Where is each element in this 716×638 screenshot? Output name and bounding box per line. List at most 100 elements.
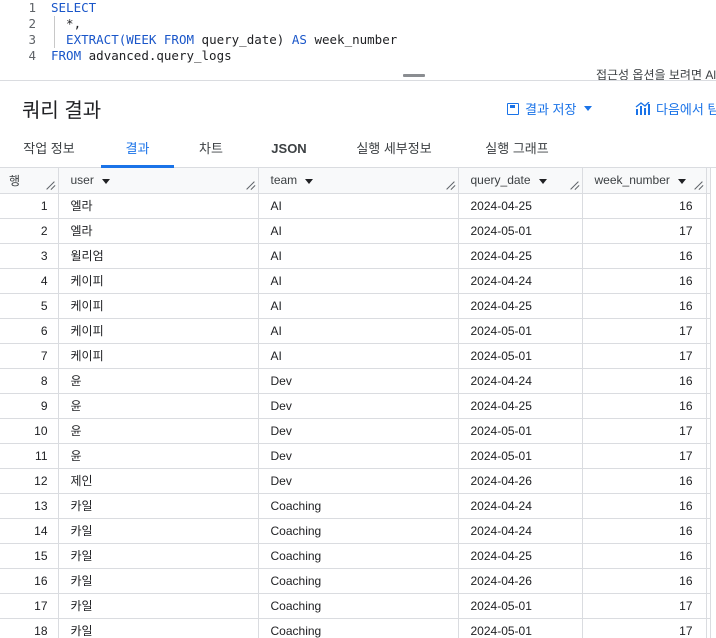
- column-header-user[interactable]: user: [58, 168, 259, 194]
- sort-caret-icon[interactable]: [101, 178, 110, 184]
- query-date-cell[interactable]: 2024-04-26: [458, 468, 583, 494]
- week-number-cell[interactable]: 16: [582, 293, 707, 319]
- team-cell[interactable]: Coaching: [258, 543, 459, 569]
- query-date-cell[interactable]: 2024-04-25: [458, 193, 583, 219]
- query-date-cell[interactable]: 2024-04-24: [458, 268, 583, 294]
- column-resize-handle[interactable]: [45, 180, 55, 190]
- row-number-cell[interactable]: 15: [0, 543, 59, 569]
- query-date-cell[interactable]: 2024-05-01: [458, 218, 583, 244]
- query-date-cell[interactable]: 2024-04-25: [458, 543, 583, 569]
- table-row[interactable]: 18 카일 Coaching 2024-05-01 17: [0, 618, 711, 638]
- table-row[interactable]: 9 윤 Dev 2024-04-25 16: [0, 393, 711, 419]
- tab-job-info[interactable]: 작업 정보: [0, 130, 98, 168]
- table-row[interactable]: 12 제인 Dev 2024-04-26 16: [0, 468, 711, 494]
- query-date-cell[interactable]: 2024-04-25: [458, 243, 583, 269]
- table-row[interactable]: 5 케이피 AI 2024-04-25 16: [0, 293, 711, 319]
- team-cell[interactable]: Dev: [258, 468, 459, 494]
- row-number-cell[interactable]: 13: [0, 493, 59, 519]
- team-cell[interactable]: Coaching: [258, 568, 459, 594]
- week-number-cell[interactable]: 17: [582, 343, 707, 369]
- user-cell[interactable]: 윌리엄: [58, 243, 259, 269]
- tab-execution-details[interactable]: 실행 세부정보: [336, 130, 452, 168]
- query-date-cell[interactable]: 2024-05-01: [458, 343, 583, 369]
- row-number-cell[interactable]: 16: [0, 568, 59, 594]
- week-number-cell[interactable]: 16: [582, 518, 707, 544]
- user-cell[interactable]: 제인: [58, 468, 259, 494]
- team-cell[interactable]: AI: [258, 193, 459, 219]
- user-cell[interactable]: 윤: [58, 443, 259, 469]
- week-number-cell[interactable]: 16: [582, 493, 707, 519]
- week-number-cell[interactable]: 16: [582, 543, 707, 569]
- user-cell[interactable]: 윤: [58, 368, 259, 394]
- explore-button[interactable]: 다음에서 탐: [635, 99, 716, 118]
- results-table-container[interactable]: 행 user team query_date week_number 1 엘라 AI…: [0, 168, 716, 638]
- week-number-cell[interactable]: 16: [582, 193, 707, 219]
- sort-caret-icon[interactable]: [538, 178, 547, 184]
- row-number-cell[interactable]: 18: [0, 618, 59, 638]
- team-cell[interactable]: Dev: [258, 368, 459, 394]
- table-row[interactable]: 4 케이피 AI 2024-04-24 16: [0, 268, 711, 294]
- team-cell[interactable]: Dev: [258, 418, 459, 444]
- week-number-cell[interactable]: 16: [582, 393, 707, 419]
- row-number-cell[interactable]: 2: [0, 218, 59, 244]
- row-number-cell[interactable]: 8: [0, 368, 59, 394]
- team-cell[interactable]: AI: [258, 268, 459, 294]
- tab-execution-graph[interactable]: 실행 그래프: [464, 130, 570, 168]
- tab-json[interactable]: JSON: [250, 130, 328, 168]
- team-cell[interactable]: Coaching: [258, 518, 459, 544]
- user-cell[interactable]: 카일: [58, 593, 259, 619]
- team-cell[interactable]: Coaching: [258, 618, 459, 638]
- row-number-cell[interactable]: 14: [0, 518, 59, 544]
- week-number-cell[interactable]: 16: [582, 368, 707, 394]
- save-results-button[interactable]: 결과 저장: [507, 99, 593, 118]
- query-date-cell[interactable]: 2024-05-01: [458, 418, 583, 444]
- week-number-cell[interactable]: 17: [582, 618, 707, 638]
- user-cell[interactable]: 카일: [58, 518, 259, 544]
- column-header-week-number[interactable]: week_number: [582, 168, 707, 194]
- table-row[interactable]: 17 카일 Coaching 2024-05-01 17: [0, 593, 711, 619]
- sort-caret-icon[interactable]: [677, 178, 686, 184]
- query-date-cell[interactable]: 2024-04-24: [458, 493, 583, 519]
- table-row[interactable]: 14 카일 Coaching 2024-04-24 16: [0, 518, 711, 544]
- row-number-cell[interactable]: 6: [0, 318, 59, 344]
- user-cell[interactable]: 케이피: [58, 343, 259, 369]
- team-cell[interactable]: AI: [258, 343, 459, 369]
- query-date-cell[interactable]: 2024-05-01: [458, 443, 583, 469]
- week-number-cell[interactable]: 17: [582, 318, 707, 344]
- table-row[interactable]: 3 윌리엄 AI 2024-04-25 16: [0, 243, 711, 269]
- team-cell[interactable]: AI: [258, 318, 459, 344]
- team-cell[interactable]: Dev: [258, 443, 459, 469]
- table-row[interactable]: 10 윤 Dev 2024-05-01 17: [0, 418, 711, 444]
- table-row[interactable]: 1 엘라 AI 2024-04-25 16: [0, 193, 711, 219]
- query-date-cell[interactable]: 2024-05-01: [458, 618, 583, 638]
- row-number-cell[interactable]: 5: [0, 293, 59, 319]
- pane-resize-handle[interactable]: [403, 74, 425, 77]
- week-number-cell[interactable]: 16: [582, 243, 707, 269]
- user-cell[interactable]: 케이피: [58, 318, 259, 344]
- row-number-cell[interactable]: 1: [0, 193, 59, 219]
- row-number-cell[interactable]: 9: [0, 393, 59, 419]
- column-header-query-date[interactable]: query_date: [458, 168, 583, 194]
- team-cell[interactable]: AI: [258, 218, 459, 244]
- tab-results[interactable]: 결과: [101, 130, 174, 168]
- team-cell[interactable]: AI: [258, 243, 459, 269]
- user-cell[interactable]: 케이피: [58, 293, 259, 319]
- user-cell[interactable]: 엘라: [58, 193, 259, 219]
- row-number-cell[interactable]: 7: [0, 343, 59, 369]
- user-cell[interactable]: 윤: [58, 393, 259, 419]
- week-number-cell[interactable]: 16: [582, 568, 707, 594]
- query-date-cell[interactable]: 2024-05-01: [458, 318, 583, 344]
- query-date-cell[interactable]: 2024-04-25: [458, 293, 583, 319]
- row-number-cell[interactable]: 11: [0, 443, 59, 469]
- user-cell[interactable]: 카일: [58, 543, 259, 569]
- team-cell[interactable]: Coaching: [258, 493, 459, 519]
- table-row[interactable]: 6 케이피 AI 2024-05-01 17: [0, 318, 711, 344]
- week-number-cell[interactable]: 17: [582, 593, 707, 619]
- week-number-cell[interactable]: 17: [582, 418, 707, 444]
- query-date-cell[interactable]: 2024-04-26: [458, 568, 583, 594]
- user-cell[interactable]: 카일: [58, 568, 259, 594]
- query-date-cell[interactable]: 2024-04-25: [458, 393, 583, 419]
- team-cell[interactable]: Coaching: [258, 593, 459, 619]
- table-row[interactable]: 2 엘라 AI 2024-05-01 17: [0, 218, 711, 244]
- column-resize-handle[interactable]: [445, 180, 455, 190]
